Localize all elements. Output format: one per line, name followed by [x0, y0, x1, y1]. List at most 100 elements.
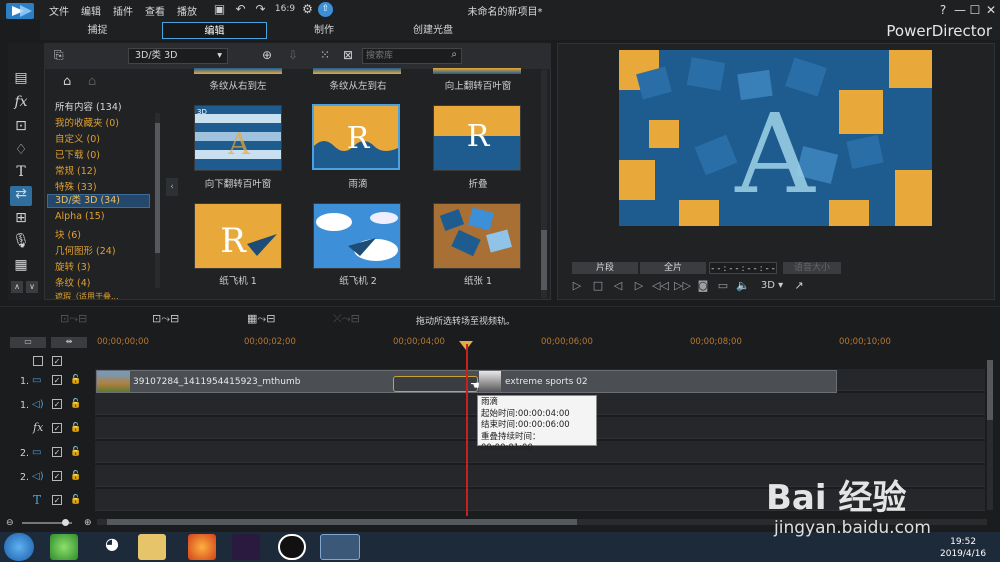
add-to-timeline-icon[interactable]: ⊕	[262, 48, 272, 62]
menu-view[interactable]: 查看	[145, 3, 165, 18]
category-geometric[interactable]: 几何图形 (24)	[55, 243, 116, 257]
timecode-display[interactable]: - - : - - : - - : - -	[709, 262, 777, 274]
play-icon[interactable]: ▷	[570, 279, 584, 293]
snapshot-camera-icon[interactable]: ◙	[696, 279, 710, 293]
category-block[interactable]: 块 (6)	[55, 227, 81, 241]
fit-timeline-icon[interactable]: ⇹	[51, 337, 87, 348]
category-stripe[interactable]: 条纹 (4)	[55, 275, 90, 289]
search-box[interactable]: ⌕	[362, 48, 462, 64]
effects-room-icon[interactable]: fx	[10, 94, 32, 114]
fast-forward-icon[interactable]: ▷▷	[674, 279, 691, 293]
thumb-paper-plane-2[interactable]	[313, 203, 401, 269]
import-media-icon[interactable]: ⎘	[54, 48, 70, 64]
thumb-paper-plane-1[interactable]: R	[194, 203, 282, 269]
redo-icon[interactable]: ↷	[253, 2, 268, 17]
zoom-in-icon[interactable]: ⊕	[84, 518, 92, 528]
help-button[interactable]: ?	[935, 2, 951, 18]
media-room-icon[interactable]: ▤	[10, 70, 32, 90]
category-favorites[interactable]: 我的收藏夹 (0)	[55, 115, 119, 129]
lock-icon[interactable]: 🔓	[70, 399, 81, 409]
tab-capture[interactable]: 捕捉	[60, 22, 135, 39]
stop-icon[interactable]: □	[591, 279, 605, 293]
taskbar-qq-icon[interactable]: ◕	[98, 534, 126, 560]
taskbar-firefox-icon[interactable]	[188, 534, 216, 560]
category-select[interactable]: 3D/类 3D ▾	[128, 48, 228, 64]
track-enable-checkbox[interactable]: ✓	[52, 399, 62, 409]
track-enable-checkbox[interactable]: ✓	[52, 423, 62, 433]
taskbar-powerdirector-icon[interactable]	[320, 534, 360, 560]
taskbar-media-icon[interactable]	[232, 534, 260, 560]
rail-up-icon[interactable]: ∧	[11, 281, 23, 293]
prev-frame-icon[interactable]: ◁	[611, 279, 625, 293]
thumb-blinds-down[interactable]: A 3D	[194, 105, 282, 171]
category-alpha[interactable]: Alpha (15)	[55, 211, 105, 222]
particle-room-icon[interactable]: ♢	[10, 142, 32, 162]
aspect-ratio-icon[interactable]: 16:9	[274, 2, 296, 17]
lock-icon[interactable]: 🔓	[70, 447, 81, 457]
category-3d[interactable]: 3D/类 3D (34)	[47, 194, 150, 208]
category-mask[interactable]: 遮瑕（适用于叠...	[55, 291, 119, 299]
title-room-icon[interactable]: T	[10, 164, 32, 184]
minimize-button[interactable]: —	[952, 2, 968, 18]
tab-create-disc[interactable]: 创建光盘	[396, 22, 470, 39]
taskbar-record-icon[interactable]	[278, 534, 306, 560]
track-enable-checkbox[interactable]: ✓	[52, 471, 62, 481]
playhead[interactable]	[466, 344, 468, 516]
menu-file[interactable]: 文件	[49, 3, 69, 18]
thumb-stripe-ltr[interactable]	[313, 68, 401, 74]
thumb-blinds-up[interactable]	[433, 68, 521, 74]
zoom-slider[interactable]	[22, 519, 72, 526]
tool-remove-transition-icon[interactable]: ⤫⤳⊟	[333, 312, 360, 326]
menu-edit[interactable]: 编辑	[81, 3, 101, 18]
menu-plugins[interactable]: 插件	[113, 3, 133, 18]
collapse-panel-icon[interactable]: ‹	[166, 178, 178, 196]
lock-icon[interactable]: 🔓	[70, 495, 81, 505]
category-downloaded[interactable]: 已下载 (0)	[55, 147, 100, 161]
category-scrollbar[interactable]	[155, 113, 160, 288]
preview-settings-icon[interactable]: ▭	[716, 279, 730, 293]
upgrade-icon[interactable]: ⇧	[318, 2, 333, 17]
fullscreen-library-icon[interactable]: ⊠	[343, 48, 353, 62]
category-special[interactable]: 特殊 (33)	[55, 179, 97, 193]
zoom-slider-knob[interactable]	[62, 519, 69, 526]
all-tracks-checkbox[interactable]: ✓	[52, 356, 62, 366]
transition-room-icon[interactable]: ⇄	[10, 186, 32, 206]
tool-transition-prefix-icon[interactable]: ⊡⤳⊟	[60, 312, 87, 326]
library-scrollbar[interactable]	[541, 70, 547, 298]
lock-icon[interactable]: 🔓	[70, 471, 81, 481]
taskbar-explorer-icon[interactable]	[138, 534, 166, 560]
maximize-button[interactable]: ☐	[967, 2, 983, 18]
all-tracks-toggle[interactable]	[33, 356, 43, 366]
zoom-out-icon[interactable]: ⊖	[6, 518, 14, 528]
search-input[interactable]	[363, 49, 443, 63]
lock-icon[interactable]: 🔓	[70, 423, 81, 433]
lock-icon[interactable]: 🔓	[70, 375, 81, 385]
download-icon[interactable]: ⇩	[288, 48, 298, 62]
category-general[interactable]: 常规 (12)	[55, 163, 97, 177]
clip-mode-button[interactable]: 片段	[572, 262, 638, 274]
rewind-icon[interactable]: ◁◁	[652, 279, 669, 293]
category-all[interactable]: 所有内容 (134)	[55, 99, 122, 113]
grid-view-icon[interactable]: ⁙	[320, 48, 330, 62]
pip-room-icon[interactable]: ⊡	[10, 118, 32, 138]
category-custom[interactable]: 自定义 (0)	[55, 131, 100, 145]
chapter-room-icon[interactable]: ▦	[10, 257, 32, 277]
close-button[interactable]: ✕	[983, 2, 999, 18]
next-frame-icon[interactable]: ▷	[632, 279, 646, 293]
track-enable-checkbox[interactable]: ✓	[52, 375, 62, 385]
category-rotate[interactable]: 旋转 (3)	[55, 259, 90, 273]
tool-transition-cross-icon[interactable]: ▦⤳⊟	[247, 312, 275, 326]
undo-icon[interactable]: ↶	[233, 2, 248, 17]
tag-remove-icon[interactable]: ⌂	[88, 74, 96, 89]
settings-gear-icon[interactable]: ⚙	[300, 2, 315, 17]
audio-mixing-icon[interactable]: ⊞	[10, 210, 32, 230]
save-icon[interactable]: ▣	[212, 2, 227, 17]
thumb-raindrop[interactable]: R	[312, 104, 400, 170]
taskbar-browser-icon[interactable]	[50, 534, 78, 560]
tag-add-icon[interactable]: ⌂	[63, 74, 71, 89]
3d-mode-button[interactable]: 3D ▾	[758, 279, 786, 293]
start-button[interactable]	[4, 533, 34, 561]
thumb-stripe-rtl[interactable]	[194, 68, 282, 74]
rail-down-icon[interactable]: ∨	[26, 281, 38, 293]
movie-mode-button[interactable]: 全片	[640, 262, 706, 274]
